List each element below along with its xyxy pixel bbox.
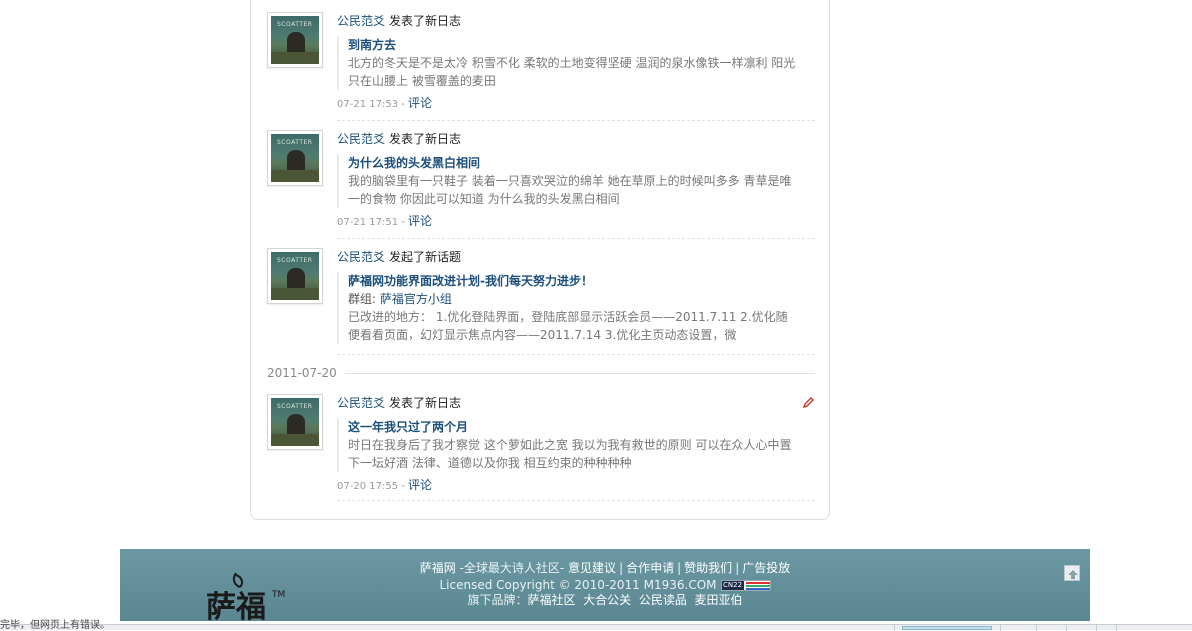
post-title-link[interactable]: 为什么我的头发黑白相间 — [348, 156, 480, 170]
post-time: 07-20 17:55 — [337, 481, 399, 492]
footer-copyright: Licensed Copyright © 2010-2011 M1936.COM — [439, 578, 717, 592]
item-divider — [337, 354, 815, 355]
post-time: 07-21 17:53 — [337, 99, 399, 110]
edit-icon[interactable] — [801, 396, 815, 410]
comment-link[interactable]: 评论 — [408, 478, 432, 492]
item-divider — [337, 120, 815, 121]
feed-panel: SCOATTER 公民范爻 发表了新日志 到南方去 北方的冬天是不是太冷 积雪不化… — [250, 0, 830, 520]
footer-site-link[interactable]: 萨福网 — [420, 561, 456, 575]
date-separator: 2011-07-20 — [267, 366, 815, 380]
user-link[interactable]: 公民范爻 — [337, 14, 385, 28]
user-link[interactable]: 公民范爻 — [337, 132, 385, 146]
footer-link-sponsor[interactable]: 赞助我们 — [684, 561, 732, 575]
item-divider — [337, 500, 815, 501]
back-to-top-icon[interactable] — [1064, 565, 1080, 581]
group-line: 群组: 萨福官方小组 — [348, 292, 452, 306]
avatar[interactable]: SCOATTER — [267, 248, 323, 304]
group-link[interactable]: 萨福官方小组 — [380, 292, 452, 306]
status-progress — [902, 626, 992, 630]
cnzz-badge[interactable]: CN22 — [720, 580, 771, 591]
footer-link-feedback[interactable]: 意见建议 — [568, 561, 616, 575]
action-text: 发表了新日志 — [389, 396, 462, 410]
footer-brand-link[interactable]: 萨福社区 — [528, 593, 576, 607]
browser-status-bar: 完毕，但网页上有错误。 — [0, 621, 1192, 631]
avatar[interactable]: SCOATTER — [267, 130, 323, 186]
footer-brands-label: 旗下品牌： — [467, 593, 528, 607]
user-link[interactable]: 公民范爻 — [337, 396, 385, 410]
site-footer: 萨福 TM 萨福网 -全球最大诗人社区- 意见建议 | 合作申请 | 赞助我们 | 广告投放… — [120, 549, 1090, 625]
avatar[interactable]: SCOATTER — [267, 394, 323, 450]
footer-link-ads[interactable]: 广告投放 — [742, 561, 790, 575]
footer-brand-link[interactable]: 公民读品 — [639, 593, 687, 607]
topic-title-link[interactable]: 萨福网功能界面改进计划-我们每天努力进步！ — [348, 274, 593, 288]
post-title-link[interactable]: 这一年我只过了两个月 — [348, 420, 468, 434]
action-text: 发起了新话题 — [389, 250, 462, 264]
post-time: 07-21 17:51 — [337, 217, 399, 228]
date-label: 2011-07-20 — [267, 366, 345, 380]
action-text: 发表了新日志 — [389, 132, 462, 146]
footer-link-cooperation[interactable]: 合作申请 — [626, 561, 674, 575]
item-divider — [337, 238, 815, 239]
footer-slogan: -全球最大诗人社区- — [455, 561, 569, 575]
footer-brand-link[interactable]: 大合公关 — [583, 593, 631, 607]
post-excerpt: 时日在我身后了我才察觉 这个萝如此之宽 我以为我有救世的原则 可以在众人心中置 … — [348, 438, 792, 470]
topic-excerpt: 已改进的地方： 1.优化登陆界面，登陆底部显示活跃会员——2011.7.11 2… — [348, 310, 788, 342]
avatar[interactable]: SCOATTER — [267, 12, 323, 68]
footer-brand-link[interactable]: 麦田亚伯 — [694, 593, 742, 607]
post-excerpt: 我的脑袋里有一只鞋子 装着一只喜欢哭泣的绵羊 她在草原上的时候叫多多 青草是唯 … — [348, 174, 792, 206]
post-excerpt: 北方的冬天是不是太冷 积雪不化 柔软的土地变得坚硬 温润的泉水像铁一样凛利 阳光… — [348, 56, 796, 88]
post-title-link[interactable]: 到南方去 — [348, 38, 396, 52]
comment-link[interactable]: 评论 — [408, 214, 432, 228]
user-link[interactable]: 公民范爻 — [337, 250, 385, 264]
comment-link[interactable]: 评论 — [408, 96, 432, 110]
action-text: 发表了新日志 — [389, 14, 462, 28]
